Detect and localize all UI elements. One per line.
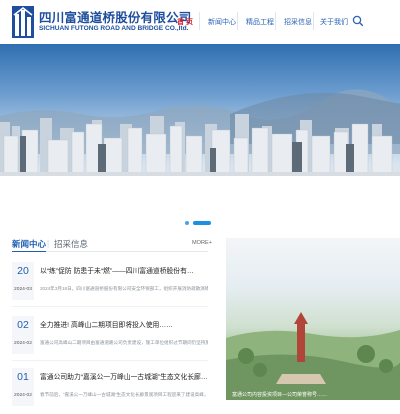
date-day: 02 [17,319,29,331]
date-day: 20 [17,265,29,277]
carousel-dot-2[interactable] [193,221,211,225]
company-name-cn: 四川富通道桥股份有限公司 [39,11,192,25]
section-divider-accent [12,251,46,252]
nav-divider [199,12,200,30]
news-title[interactable]: 以“练”促防 防患于未“燃”——四川富通道桥股份有… [40,265,208,275]
nav-item-home[interactable]: 首 页 [177,17,193,27]
nav-item-procurement[interactable]: 招采信息 [284,17,312,27]
hero-banner[interactable] [0,44,400,216]
date-badge: 01 2024-02 [12,368,34,406]
nav-item-news[interactable]: 新闻中心 [208,17,236,27]
date-year-month: 2024-02 [14,393,32,398]
company-name-en: SICHUAN FUTONG ROAD AND BRIDGE CO.,ltd. [39,25,189,32]
item-divider [12,306,208,307]
date-badge: 20 2024-03 [12,262,34,300]
photo-caption: 富通公司内容投资项目—公司荣誉称号…… [232,392,328,398]
nav-divider [313,12,314,30]
tab-news-center[interactable]: 新闻中心 [12,238,46,250]
date-badge: 02 2024-02 [12,316,34,354]
news-summary: 2024年3月18日，四川富通道桥股份有限公司安全环保部工，组织开展消防疏散演练… [40,286,208,291]
nav-item-about[interactable]: 关于我们 [320,17,348,27]
company-logo-icon[interactable] [12,6,34,38]
news-title[interactable]: 富通公司助力“嘉溪公一万峰山一古城湖”生态文化长廊… [40,371,208,381]
carousel-dot-1[interactable] [185,221,189,225]
monument-landscape-image [226,312,400,400]
site-header: 四川富通道桥股份有限公司 SICHUAN FUTONG ROAD AND BRI… [0,0,400,44]
search-icon[interactable] [351,14,365,28]
news-item[interactable]: 02 2024-02 全力推进! 高峰山二期项目即将投入使用…… 富通公司高峰山… [12,316,208,362]
news-summary: 春节前后，“嘉溪公一万峰山一古城湖”生态文化长廊景观项目工程迎来了建设高峰，一批… [40,392,208,397]
item-divider [12,360,208,361]
carousel-indicator [0,216,400,230]
date-year-month: 2024-03 [14,287,32,292]
featured-news-photo[interactable] [226,238,400,400]
nav-divider [237,12,238,30]
news-summary: 富通公司高峰山二期项目由富通道路公司负责建设，施工单位组织过节期间仍坚持施工… [40,340,208,345]
date-day: 01 [17,371,29,383]
date-year-month: 2024-02 [14,341,32,346]
news-item[interactable]: 20 2024-03 以“练”促防 防患于未“燃”——四川富通道桥股份有… 20… [12,262,208,308]
nav-divider [275,12,276,30]
nav-item-projects[interactable]: 精品工程 [246,17,274,27]
news-title[interactable]: 全力推进! 高峰山二期项目即将投入使用…… [40,319,208,329]
city-skyline-image [0,89,400,216]
tab-procurement[interactable]: 招采信息 [54,238,88,250]
tab-divider: | [47,239,50,248]
news-item[interactable]: 01 2024-02 富通公司助力“嘉溪公一万峰山一古城湖”生态文化长廊… 春节… [12,368,208,414]
more-link[interactable]: MORE+ [192,240,212,246]
